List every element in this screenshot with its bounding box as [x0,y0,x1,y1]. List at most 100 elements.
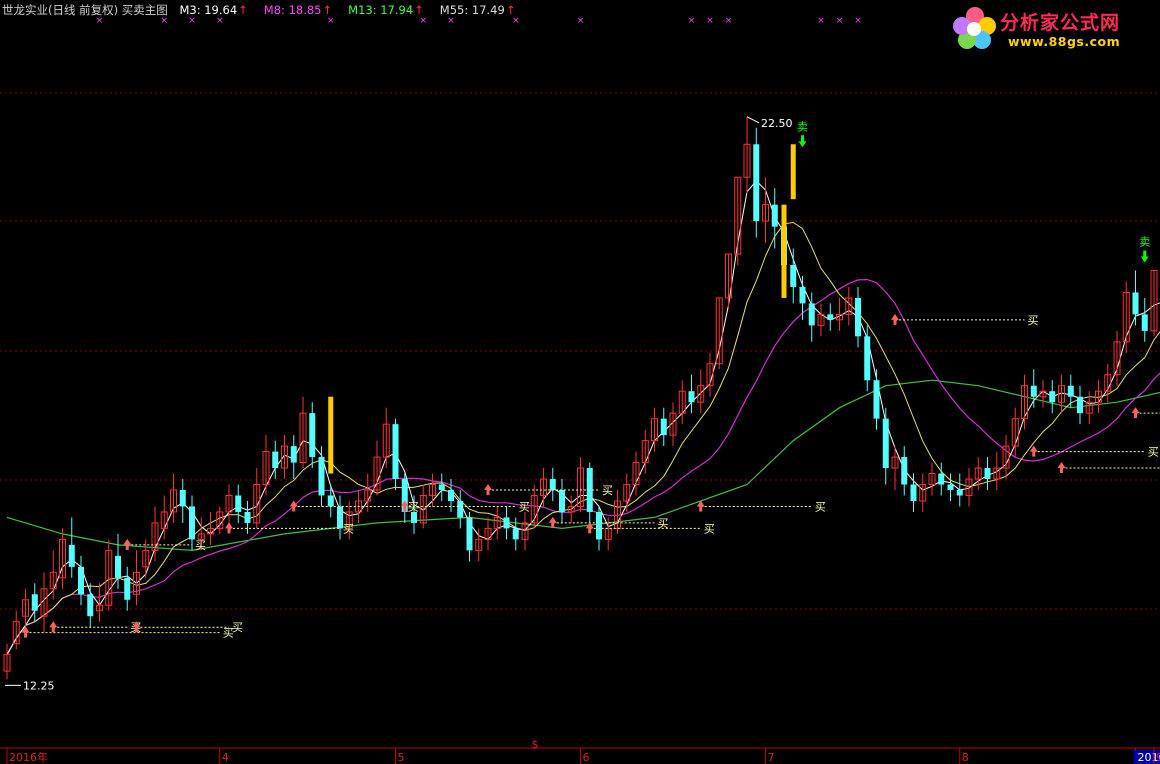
candle [993,451,1001,490]
candle [938,462,945,496]
candle [910,473,917,512]
candle [1150,269,1158,337]
candle [1002,435,1010,480]
candle-body [947,484,954,490]
candle [725,253,732,309]
max-pointer [746,116,760,124]
ma-legend-label: M13: 17.94 [348,3,414,17]
signal-bar [781,204,787,298]
ma-legend-label: M8: 18.85 [263,3,322,17]
candle [559,479,565,523]
chart-title: 世龙实业(日线 前复权) 买卖主图 [2,3,168,17]
ma3-path [6,180,1160,655]
candle [827,303,834,331]
sell-arrow-icon [1140,250,1149,263]
candle [984,457,991,490]
candle-body [327,495,334,507]
up-arrow-icon: ↑ [414,3,424,17]
buy-label: 买 [195,539,206,552]
candle [817,303,825,337]
candle [688,374,695,414]
candle-body [179,490,186,507]
buy-label: 买 [519,500,530,513]
candle [762,177,769,244]
candle [901,446,908,496]
x-tick-label: 7 [768,751,775,764]
candle-body [512,528,519,540]
candle [87,583,94,628]
candle-body [984,468,991,480]
candle-body [448,490,454,501]
candle [68,517,75,578]
yellow-signal-bars [328,144,796,474]
buy-arrow-icon [1057,462,1066,474]
buy-signal: 买 [484,484,613,497]
site-logo[interactable]: 分析家公式网 www.88gs.com [950,4,1150,54]
candle [1132,270,1139,326]
ma-legend-item: M8: 18.85↑ [264,3,340,17]
sell-label: 卖 [1139,236,1150,249]
candle-body [438,484,445,490]
candle-body [549,479,556,490]
candle [124,566,131,611]
candle [105,539,113,611]
x-tick-label: 2016年 [9,750,48,764]
candle-body [68,544,75,567]
candle-body [503,517,510,529]
candle [845,286,853,326]
candle-body [78,566,84,595]
candle-body [1067,385,1074,397]
ma-legend-label: M3: 19.64 [179,3,238,17]
candle-body [1030,385,1037,397]
candle-body [808,303,815,326]
candle [855,286,861,348]
buy-signal: 买 [696,500,826,513]
candle [170,473,177,523]
candle [438,473,445,501]
chart-header: 世龙实业(日线 前复权) 买卖主图 M3: 19.64↑ M8: 18.85↑ M1… [2,2,539,18]
candle-body [688,391,695,403]
buy-label: 买 [602,484,613,497]
top-marker: × [725,16,733,26]
candle [947,473,954,501]
candle-body [466,517,473,551]
ma8-path [6,221,1160,655]
candle [503,506,510,540]
candle-body [799,286,806,304]
candle [956,473,963,507]
candle [678,380,686,425]
price-chart[interactable]: 买买买买买买买买买买买买买买买 卖卖 ××××××××××××××× 22.50… [0,0,1160,764]
candle-body [790,265,797,287]
buy-label: 买 [1148,446,1159,459]
candle-body [290,446,297,463]
buy-arrow-icon [123,538,132,550]
buy-signal: 买 [891,313,1039,327]
candle [3,643,11,680]
top-marker: × [836,16,844,26]
candle [216,506,224,534]
candle-body [938,473,945,485]
buy-label: 买 [1028,314,1039,327]
candle [382,407,390,469]
up-arrow-icon: ↑ [322,3,333,17]
candle-body [753,144,760,222]
candle [1104,363,1112,403]
candle [290,435,297,480]
candle-body [411,511,417,523]
buy-label: 买 [343,522,354,535]
candle [1067,374,1074,408]
candle-body [910,484,917,501]
candle [235,484,242,523]
buy-signal: 买 [1057,462,1160,474]
candle-body [956,490,963,496]
buy-label: 买 [704,522,715,535]
candle-body [318,457,325,496]
candle [299,396,307,469]
candle [919,473,927,512]
logo-name: 分析家公式网 [1000,12,1121,34]
signal-bar [328,396,334,474]
candle-body [392,424,399,480]
buy-label: 买 [815,500,826,513]
x-tick-label: 9 [1156,751,1160,764]
x-tick-label: 5 [398,751,405,764]
